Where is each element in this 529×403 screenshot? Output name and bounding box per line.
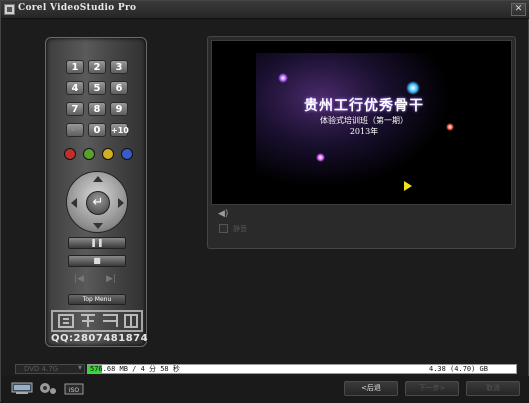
red-button[interactable] [64, 148, 76, 160]
disc-type-dropdown[interactable]: DVD 4.7G [15, 364, 85, 374]
svg-text:ISO: ISO [69, 387, 80, 394]
right-arrow-icon[interactable] [118, 198, 124, 208]
down-arrow-icon[interactable] [93, 223, 103, 229]
used-size-text: 576.68 MB / 4 分 58 秒 [90, 365, 180, 373]
preview-screen: 贵州工行优秀骨干 体验式培训班（第一期） 2013年 [211, 40, 512, 205]
key-1[interactable]: 1 [66, 60, 84, 74]
video-frame: 贵州工行优秀骨干 体验式培训班（第一期） 2013年 [256, 53, 472, 203]
title-bar: Corel VideoStudio Pro ✕ [1, 1, 529, 19]
key-7[interactable]: 7 [66, 102, 84, 116]
gear-icon[interactable] [38, 382, 58, 395]
stop-button[interactable]: ■ [68, 255, 126, 267]
project-settings-icon[interactable] [11, 382, 33, 395]
speaker-icon[interactable]: ◀) [218, 209, 228, 219]
direction-pad[interactable]: ↵ [66, 171, 128, 233]
mute-label: 静音 [233, 225, 247, 233]
key-3[interactable]: 3 [110, 60, 128, 74]
next-button[interactable]: 下一步> [405, 381, 459, 396]
green-button[interactable] [83, 148, 95, 160]
remote-control: 1 2 3 4 5 6 7 8 9 ↶ 0 +10 ↵ ❚❚ ■ |◀ ▶| T… [45, 37, 147, 347]
play-icon [404, 181, 412, 191]
app-icon [4, 4, 15, 15]
watermark-qq: QQ:2807481874 [51, 333, 149, 344]
key-0[interactable]: 0 [88, 123, 106, 137]
next-chapter-icon[interactable]: ▶| [106, 274, 116, 284]
video-year: 2013年 [349, 127, 379, 136]
app-window: Corel VideoStudio Pro ✕ 1 2 3 4 5 6 7 8 … [0, 0, 529, 403]
light-flare [406, 81, 420, 95]
key-plus-10[interactable]: +10 [110, 123, 129, 137]
preview-panel: 贵州工行优秀骨干 体验式培训班（第一期） 2013年 ◀) 静音 [207, 36, 516, 249]
close-button[interactable]: ✕ [511, 3, 526, 16]
enter-button[interactable]: ↵ [86, 191, 110, 215]
light-flare [316, 153, 325, 162]
key-4[interactable]: 4 [66, 81, 84, 95]
key-2[interactable]: 2 [88, 60, 106, 74]
up-arrow-icon[interactable] [93, 176, 103, 182]
previous-chapter-icon[interactable]: |◀ [74, 274, 84, 284]
video-subtitle: 体验式培训班（第一期） [320, 116, 408, 125]
return-key[interactable]: ↶ [66, 123, 84, 137]
key-5[interactable]: 5 [88, 81, 106, 95]
yellow-button[interactable] [102, 148, 114, 160]
key-8[interactable]: 8 [88, 102, 106, 116]
key-6[interactable]: 6 [110, 81, 128, 95]
disc-capacity-bar: 576.68 MB / 4 分 58 秒 4.38 (4.70) GB [87, 364, 517, 374]
top-menu-button[interactable]: Top Menu [68, 294, 126, 305]
total-size-text: 4.38 (4.70) GB [428, 365, 488, 373]
video-title: 贵州工行优秀骨干 [304, 98, 424, 114]
pause-button[interactable]: ❚❚ [68, 237, 126, 249]
cancel-button[interactable]: 取消 [466, 381, 520, 396]
disc-image-icon[interactable]: ISO [64, 382, 84, 395]
mute-checkbox[interactable] [219, 224, 228, 233]
back-button[interactable]: <后退 [344, 381, 398, 396]
blue-button[interactable] [121, 148, 133, 160]
left-arrow-icon[interactable] [71, 198, 77, 208]
window-title: Corel VideoStudio Pro [18, 3, 137, 13]
watermark-logo [51, 310, 143, 332]
key-9[interactable]: 9 [110, 102, 128, 116]
light-flare [278, 73, 288, 83]
